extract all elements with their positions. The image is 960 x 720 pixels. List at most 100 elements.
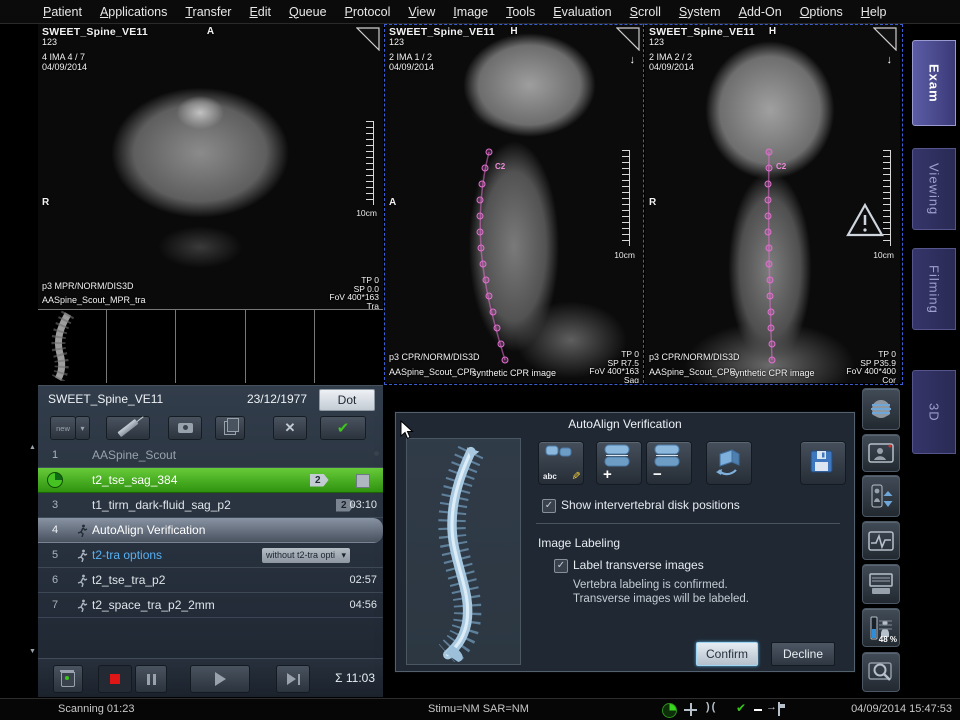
tab-3d[interactable]: 3D: [912, 370, 956, 454]
disk-positions-checkbox[interactable]: ✓: [542, 499, 556, 513]
protocol-row-6[interactable]: 6 t2_tse_tra_p2 02:57: [38, 568, 383, 593]
new-protocol-label: new: [56, 424, 70, 433]
menu-bar: Patient Applications Transfer Edit Queue…: [0, 0, 960, 24]
scroll-down-icon[interactable]: ↓: [630, 54, 636, 66]
image-panel-coronal[interactable]: C2 SWEET_Spine_VE11 123 2 IMA 2 / 2 04/0…: [645, 24, 900, 383]
system-datetime: 04/09/2014 15:47:53: [851, 703, 952, 715]
decline-button[interactable]: Decline: [771, 642, 835, 666]
protocol-row-2[interactable]: t2_tse_sag_384 2: [38, 468, 383, 493]
reset-3d-icon: [712, 446, 746, 480]
copy-reference-button[interactable]: [168, 416, 202, 440]
confirm-button[interactable]: Confirm: [696, 642, 758, 666]
label-transverse-checkbox[interactable]: ✓: [554, 559, 568, 573]
folded-corner-icon[interactable]: [616, 27, 640, 51]
image-panel-axial[interactable]: SWEET_Spine_VE11 123 4 IMA 4 / 7 04/09/2…: [38, 24, 383, 383]
menu-patient[interactable]: Patient: [34, 5, 91, 19]
panel1-date: 04/09/2014: [42, 62, 148, 72]
physio-signal-button[interactable]: [862, 521, 900, 560]
protocol-list: 1 AASpine_Scout t2_tse_sag_384 2 3 t1_ti…: [38, 443, 383, 618]
label-vertebra-button[interactable]: abc ✎: [538, 441, 584, 485]
thumbnail-5[interactable]: [315, 310, 383, 383]
patient-dob: 23/12/1977: [247, 392, 307, 406]
ruler-label: 10cm: [614, 250, 635, 260]
row-number: 4: [38, 524, 72, 536]
thumbnail-4[interactable]: [246, 310, 315, 383]
scroll-down-icon[interactable]: ↓: [887, 54, 893, 66]
thumbnail-1[interactable]: [38, 310, 107, 383]
menu-transfer[interactable]: Transfer: [176, 5, 240, 19]
cancel-queue-button[interactable]: ✕: [273, 416, 307, 440]
person-arrows-icon: [868, 482, 894, 510]
panel2-patient-id: 123: [389, 37, 495, 47]
pause-button[interactable]: [135, 665, 167, 693]
menu-queue[interactable]: Queue: [280, 5, 336, 19]
menu-tools[interactable]: Tools: [497, 5, 544, 19]
folded-corner-icon[interactable]: [873, 27, 897, 51]
menu-applications[interactable]: Applications: [91, 5, 176, 19]
protocol-row-7[interactable]: 7 t2_space_tra_p2_2mm 04:56: [38, 593, 383, 618]
protocol-row-3[interactable]: 3 t1_tirm_dark-fluid_sag_p2 2 03:10: [38, 493, 383, 518]
tab-exam[interactable]: Exam: [912, 40, 956, 126]
panel1-patient-id: 123: [42, 37, 148, 47]
menu-evaluation[interactable]: Evaluation: [544, 5, 620, 19]
image-zoom-button[interactable]: [862, 652, 900, 692]
apply-queue-button[interactable]: ✔: [320, 416, 366, 440]
sar-level-button[interactable]: 48 %: [862, 608, 900, 647]
application-window: Patient Applications Transfer Edit Queue…: [0, 0, 960, 720]
panel3-ima: 2 IMA 2 / 2: [649, 52, 755, 62]
protocol-row-1[interactable]: 1 AASpine_Scout: [38, 443, 383, 468]
menu-edit[interactable]: Edit: [240, 5, 280, 19]
head-coil-button[interactable]: [862, 388, 900, 430]
vertebra-label-c2: C2: [776, 162, 786, 171]
console-button[interactable]: [862, 564, 900, 604]
scan-progress-pie-icon: [662, 703, 677, 718]
chevron-down-icon: ▾: [80, 424, 84, 433]
panel2-date: 04/09/2014: [389, 62, 495, 72]
confirmation-message-1: Vertebra labeling is confirmed.: [573, 579, 728, 591]
menu-protocol[interactable]: Protocol: [336, 5, 400, 19]
stop-button[interactable]: [98, 665, 132, 693]
panel3-technique: p3 CPR/NORM/DIS3D: [649, 350, 740, 365]
dot-button[interactable]: Dot: [319, 389, 375, 411]
add-vertebra-button[interactable]: +: [596, 441, 642, 485]
battery-icon: [778, 702, 780, 716]
start-button[interactable]: [190, 665, 250, 693]
remove-vertebra-button[interactable]: −: [646, 441, 692, 485]
thumbnail-3[interactable]: [176, 310, 245, 383]
panel2-technique: p3 CPR/NORM/DIS3D: [389, 350, 480, 365]
new-protocol-dropdown-button[interactable]: ▾: [75, 416, 90, 440]
copy-protocol-button[interactable]: [215, 416, 245, 440]
patient-view-button[interactable]: [862, 434, 900, 472]
table-position-button[interactable]: [862, 475, 900, 517]
panel2-footer-right: TP 0 SP R7.5 FoV 400*163 Sag: [589, 350, 639, 383]
panel1-footer-right: TP 0 SP 0.0 FoV 400*163 Tra: [329, 276, 379, 310]
pause-square-icon[interactable]: [356, 474, 370, 488]
t2-tra-options-dropdown[interactable]: without t2-tra opti ▾: [262, 548, 350, 563]
delete-button[interactable]: [53, 665, 83, 693]
system-ok-icon: ✔: [736, 701, 746, 715]
protocol-row-4[interactable]: 4 AutoAlign Verification: [38, 518, 383, 543]
scroll-up-icon[interactable]: ▲: [29, 444, 36, 451]
menu-addon[interactable]: Add-On: [730, 5, 791, 19]
reset-view-button[interactable]: [706, 441, 752, 485]
menu-view[interactable]: View: [399, 5, 444, 19]
scroll-down-icon[interactable]: ▼: [29, 648, 36, 655]
minus-icon: −: [653, 466, 662, 483]
folded-corner-icon[interactable]: [356, 27, 380, 51]
save-button[interactable]: [800, 441, 846, 485]
tab-viewing[interactable]: Viewing: [912, 148, 956, 230]
thumbnail-2[interactable]: [107, 310, 176, 383]
new-protocol-button[interactable]: new: [50, 416, 76, 440]
menu-scroll[interactable]: Scroll: [621, 5, 670, 19]
skip-button[interactable]: [276, 665, 310, 693]
image-panel-sagittal[interactable]: C2 SWEET_Spine_VE11 123 2 IMA 1 / 2 04/0…: [385, 24, 643, 383]
protocol-row-5[interactable]: 5 t2-tra options without t2-tra opti ▾: [38, 543, 383, 568]
menu-help[interactable]: Help: [852, 5, 896, 19]
menu-options[interactable]: Options: [791, 5, 852, 19]
copy-icon: [224, 421, 236, 435]
menu-image[interactable]: Image: [444, 5, 497, 19]
contrast-injection-button[interactable]: [106, 416, 150, 440]
tab-filming[interactable]: Filming: [912, 248, 956, 330]
menu-system[interactable]: System: [670, 5, 730, 19]
confirmation-message-2: Transverse images will be labeled.: [573, 593, 749, 605]
